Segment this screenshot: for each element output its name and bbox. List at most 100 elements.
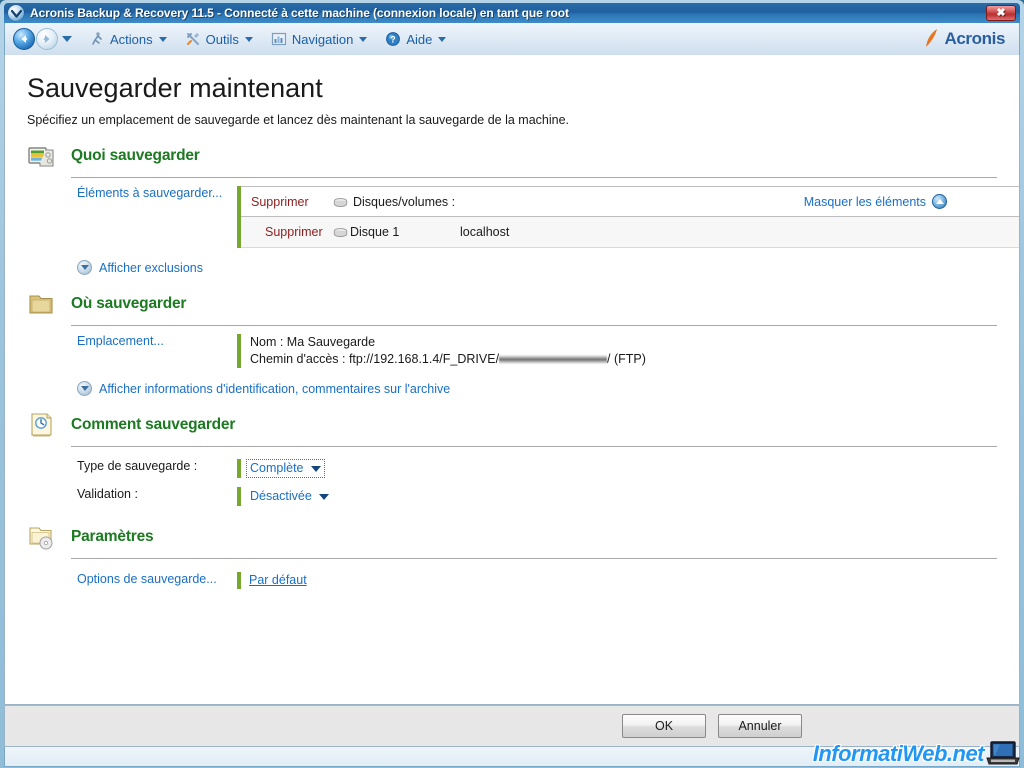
section-title: Quoi sauvegarder bbox=[71, 147, 200, 165]
archive-path-prefix: Chemin d'accès : ftp://192.168.1.4/F_DRI… bbox=[250, 352, 499, 366]
window-title: Acronis Backup & Recovery 11.5 - Connect… bbox=[30, 6, 569, 20]
chevron-down-icon bbox=[245, 37, 253, 42]
close-button[interactable]: ✖ bbox=[986, 5, 1016, 21]
backup-type-dropdown[interactable]: Complète bbox=[246, 459, 325, 478]
items-field-row: Éléments à sauvegarder... Supprimer bbox=[5, 178, 1019, 248]
location-link[interactable]: Emplacement... bbox=[77, 334, 237, 368]
location-value: Nom : Ma Sauvegarde Chemin d'accès : ftp… bbox=[241, 334, 646, 368]
backup-type-value-wrap: Complète bbox=[241, 459, 325, 478]
ok-button[interactable]: OK bbox=[622, 714, 706, 738]
section-where-to-backup: Où sauvegarder Emplacement... Nom : Ma S… bbox=[5, 289, 1019, 396]
section-header: Où sauvegarder bbox=[5, 289, 1019, 319]
table-row: Supprimer Disque 1 localhost bbox=[241, 217, 1019, 248]
close-icon: ✖ bbox=[996, 8, 1005, 19]
disks-volumes-label: Disques/volumes : bbox=[353, 195, 455, 209]
location-field-row: Emplacement... Nom : Ma Sauvegarde Chemi… bbox=[5, 326, 1019, 368]
section-header: Comment sauvegarder bbox=[5, 410, 1019, 440]
remove-link[interactable]: Supprimer bbox=[251, 225, 333, 239]
chevron-down-icon bbox=[438, 37, 446, 42]
actions-icon bbox=[89, 31, 105, 47]
toolbar-item-label: Actions bbox=[110, 32, 153, 47]
show-credentials-label: Afficher informations d'identification, … bbox=[99, 382, 450, 396]
validation-label: Validation : bbox=[77, 487, 237, 506]
page-subtitle: Spécifiez un emplacement de sauvegarde e… bbox=[5, 104, 1019, 127]
toggle-items-link[interactable]: Masquer les éléments bbox=[804, 195, 926, 209]
section-what-to-backup: Quoi sauvegarder Éléments à sauvegarder.… bbox=[5, 141, 1019, 275]
section-title: Comment sauvegarder bbox=[71, 416, 235, 434]
tools-icon bbox=[185, 31, 201, 47]
acronis-logo: Acronis bbox=[924, 28, 1006, 50]
archive-path-suffix: / (FTP) bbox=[607, 352, 646, 366]
disk-drive-icon bbox=[27, 141, 57, 171]
svg-text:?: ? bbox=[391, 35, 397, 45]
validation-selected: Désactivée bbox=[250, 488, 312, 505]
folder-icon bbox=[27, 289, 57, 319]
items-block: Supprimer Disques/volumes : Masquer les … bbox=[237, 186, 1019, 248]
laptop-icon bbox=[986, 740, 1020, 766]
chevron-down-icon bbox=[359, 37, 367, 42]
watermark-text: InformatiWeb.net bbox=[813, 742, 984, 766]
validation-value-wrap: Désactivée bbox=[241, 487, 333, 506]
disk-name: Disque 1 bbox=[350, 225, 460, 239]
chevron-down-icon bbox=[319, 494, 329, 500]
application-window: Acronis Backup & Recovery 11.5 - Connect… bbox=[0, 0, 1024, 768]
section-parameters: Paramètres Options de sauvegarde... Par … bbox=[5, 522, 1019, 589]
archive-name-line: Nom : Ma Sauvegarde bbox=[250, 334, 646, 351]
section-header: Paramètres bbox=[5, 522, 1019, 552]
acronis-app-icon bbox=[8, 5, 24, 21]
disk-icon bbox=[333, 196, 348, 208]
cancel-button[interactable]: Annuler bbox=[718, 714, 802, 738]
forward-arrow-icon[interactable] bbox=[36, 28, 58, 50]
toolbar: Actions Outils bbox=[4, 23, 1020, 55]
chevron-down-icon bbox=[159, 37, 167, 42]
toolbar-item-outils[interactable]: Outils bbox=[178, 28, 260, 50]
folder-disc-icon bbox=[27, 522, 57, 552]
chevron-down-icon bbox=[77, 260, 92, 275]
disk-host: localhost bbox=[460, 225, 509, 239]
chevron-down-icon bbox=[311, 466, 321, 472]
validation-dropdown[interactable]: Désactivée bbox=[246, 487, 333, 506]
help-icon: ? bbox=[385, 31, 401, 47]
section-title: Où sauvegarder bbox=[71, 295, 186, 313]
title-bar: Acronis Backup & Recovery 11.5 - Connect… bbox=[4, 3, 1020, 23]
backup-options-link[interactable]: Options de sauvegarde... bbox=[77, 572, 237, 589]
section-how-to-backup: Comment sauvegarder Type de sauvegarde :… bbox=[5, 410, 1019, 506]
toolbar-item-label: Outils bbox=[206, 32, 239, 47]
toolbar-item-actions[interactable]: Actions bbox=[82, 28, 174, 50]
backup-options-value[interactable]: Par défaut bbox=[249, 573, 307, 587]
section-title: Paramètres bbox=[71, 528, 153, 546]
show-exclusions-toggle[interactable]: Afficher exclusions bbox=[5, 260, 1019, 275]
navigation-icon bbox=[271, 31, 287, 47]
show-credentials-toggle[interactable]: Afficher informations d'identification, … bbox=[5, 381, 1019, 396]
items-to-backup-link[interactable]: Éléments à sauvegarder... bbox=[77, 186, 237, 248]
validation-row: Validation : Désactivée bbox=[5, 478, 1019, 506]
backup-type-label: Type de sauvegarde : bbox=[77, 459, 237, 478]
watermark: InformatiWeb.net bbox=[813, 740, 1020, 766]
backup-type-selected: Complète bbox=[250, 460, 304, 477]
disk-icon bbox=[333, 226, 348, 238]
chevron-down-icon bbox=[77, 381, 92, 396]
toolbar-item-navigation[interactable]: Navigation bbox=[264, 28, 374, 50]
acronis-wordmark: Acronis bbox=[945, 29, 1006, 49]
redacted-path-segment bbox=[499, 355, 607, 364]
table-row-header: Supprimer Disques/volumes : Masquer les … bbox=[241, 186, 1019, 217]
navigation-history-dropdown-icon[interactable] bbox=[62, 36, 72, 42]
content-panel: Sauvegarder maintenant Spécifiez un empl… bbox=[4, 55, 1020, 705]
acronis-swoosh-icon bbox=[924, 28, 942, 50]
document-clock-icon bbox=[27, 410, 57, 440]
archive-path-line: Chemin d'accès : ftp://192.168.1.4/F_DRI… bbox=[250, 351, 646, 368]
toolbar-item-label: Navigation bbox=[292, 32, 353, 47]
toolbar-item-label: Aide bbox=[406, 32, 432, 47]
section-header: Quoi sauvegarder bbox=[5, 141, 1019, 171]
page-title: Sauvegarder maintenant bbox=[5, 55, 1019, 104]
backup-type-row: Type de sauvegarde : Complète bbox=[5, 447, 1019, 478]
backup-options-row: Options de sauvegarde... Par défaut bbox=[5, 559, 1019, 589]
remove-link[interactable]: Supprimer bbox=[251, 195, 333, 209]
show-exclusions-label: Afficher exclusions bbox=[99, 261, 203, 275]
toolbar-item-aide[interactable]: ? Aide bbox=[378, 28, 453, 50]
backup-options-value-wrap: Par défaut bbox=[241, 572, 307, 589]
back-arrow-icon[interactable] bbox=[13, 28, 35, 50]
chevron-up-icon[interactable] bbox=[932, 194, 947, 209]
navigation-arrows bbox=[13, 28, 72, 50]
backup-items-table: Supprimer Disques/volumes : Masquer les … bbox=[241, 186, 1019, 248]
